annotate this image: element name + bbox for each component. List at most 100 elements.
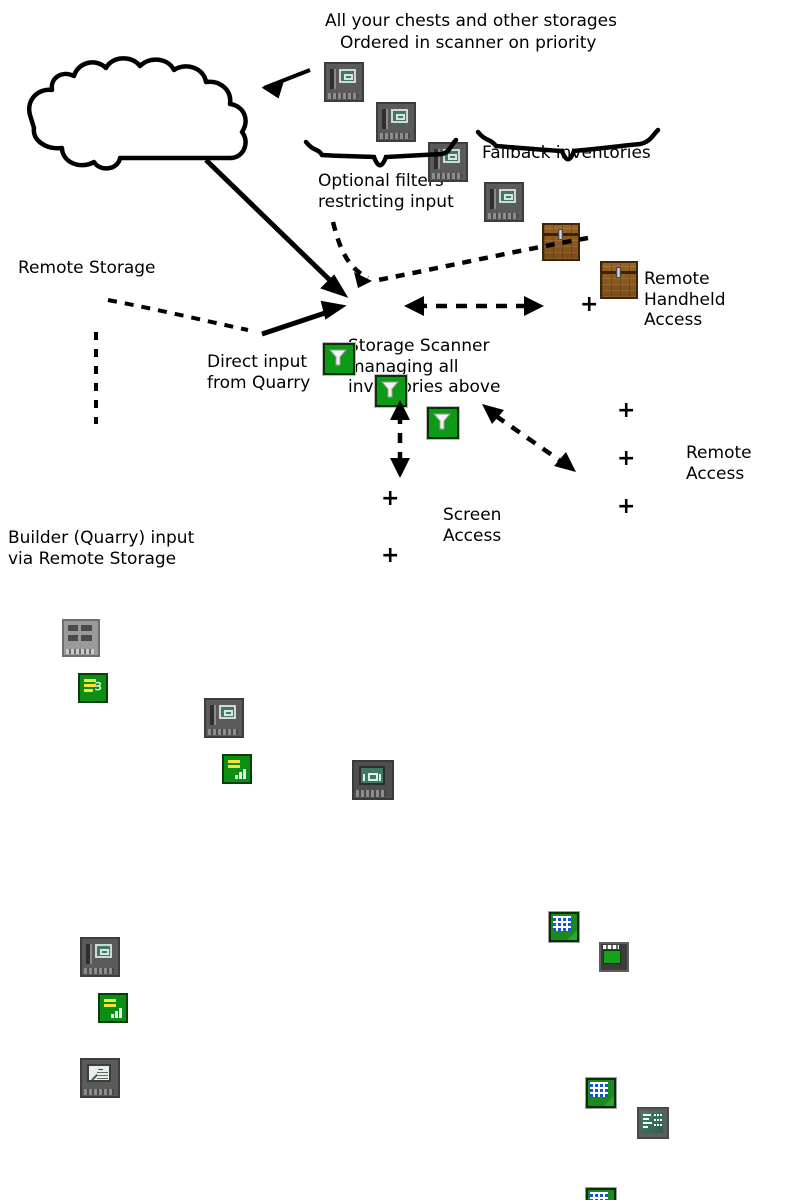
arrowhead-upleft-remote bbox=[482, 404, 504, 424]
dashed-arrow-remote-storage-to-scanner bbox=[107, 298, 249, 332]
scanner-tick bbox=[363, 774, 365, 781]
machine-feet bbox=[432, 173, 462, 179]
arrowhead-left-handheld bbox=[404, 296, 424, 316]
remote-terminal-icon-1[interactable] bbox=[637, 1107, 669, 1139]
dashed-double-arrow-scanner-remote bbox=[494, 414, 564, 464]
builder-block-icon[interactable] bbox=[80, 1058, 120, 1098]
machine-screen bbox=[95, 944, 112, 958]
machine-feet bbox=[84, 968, 114, 974]
arrow-storages-to-cloud bbox=[261, 68, 311, 99]
filter-funnel-icon-2[interactable] bbox=[375, 375, 407, 407]
shelf-slot bbox=[68, 625, 78, 631]
funnel-glyph bbox=[381, 381, 399, 398]
chest-latch bbox=[558, 229, 563, 240]
arrowhead-downright-remote bbox=[554, 452, 576, 472]
badge-bars bbox=[235, 768, 248, 779]
badge-line bbox=[104, 999, 116, 1002]
machine-side-bar bbox=[86, 944, 92, 964]
funnel-glyph bbox=[329, 349, 347, 366]
machine-screen bbox=[219, 705, 236, 719]
chest-latch bbox=[616, 267, 621, 278]
dashed-arrowhead-filters bbox=[354, 272, 372, 288]
machine-screen bbox=[443, 149, 460, 163]
remote-access-plus-3: + bbox=[617, 494, 636, 519]
machine-screen bbox=[499, 189, 516, 203]
arrow-quarry-to-scanner bbox=[261, 300, 347, 337]
shelf-slot bbox=[68, 635, 78, 641]
badge-glyph: Ɜ bbox=[95, 680, 102, 693]
shelf-slot bbox=[81, 625, 92, 631]
remote-access-module-2[interactable] bbox=[586, 1188, 616, 1200]
screen-access-plus-1: + bbox=[381, 486, 400, 511]
machine-side-bar bbox=[330, 69, 336, 89]
storage-row-item-6[interactable] bbox=[600, 261, 638, 299]
builder-grid-glyph bbox=[97, 1070, 108, 1079]
label-screen-access: Screen Access bbox=[443, 505, 502, 546]
remote-access-module-1[interactable] bbox=[586, 1078, 616, 1108]
label-builder-quarry-input: Builder (Quarry) input via Remote Storag… bbox=[8, 528, 195, 569]
machine-side-bar bbox=[490, 189, 496, 209]
storage-row-item-5[interactable] bbox=[542, 223, 580, 261]
remote-access-plus-2: + bbox=[617, 446, 636, 471]
builder-quarry-chart-badge-icon[interactable] bbox=[98, 993, 128, 1023]
funnel-glyph bbox=[433, 413, 451, 430]
storage-row-item-2[interactable] bbox=[376, 102, 416, 142]
module-corner bbox=[567, 930, 577, 940]
label-remote-access: Remote Access bbox=[686, 443, 752, 484]
machine-side-bar bbox=[434, 149, 440, 169]
machine-side-bar bbox=[210, 705, 216, 725]
diagram-title-line-1: All your chests and other storages bbox=[325, 11, 617, 31]
storage-row-item-4[interactable] bbox=[484, 182, 524, 222]
scanner-feet bbox=[356, 790, 386, 797]
label-remote-handheld-access: Remote Handheld Access bbox=[644, 269, 726, 331]
badge-line bbox=[228, 760, 240, 763]
badge-line bbox=[84, 689, 93, 692]
shelf-feet bbox=[66, 649, 94, 654]
scanner-box-glyph bbox=[368, 773, 378, 781]
label-remote-storage: Remote Storage bbox=[18, 258, 156, 278]
scanner-tick bbox=[379, 774, 381, 781]
machine-feet bbox=[380, 133, 410, 139]
cloud-shape bbox=[26, 56, 248, 171]
handheld-top-strip bbox=[603, 945, 619, 949]
diagram-title-line-2: Ordered in scanner on priority bbox=[340, 33, 597, 53]
builder-face bbox=[87, 1064, 111, 1082]
label-direct-input-from-quarry: Direct input from Quarry bbox=[207, 352, 311, 393]
module-grid-glyph bbox=[590, 1192, 608, 1200]
module-corner bbox=[604, 1096, 614, 1106]
machine-screen bbox=[391, 109, 408, 123]
machine-screen bbox=[339, 69, 356, 83]
storage-row-item-1[interactable] bbox=[324, 62, 364, 102]
filter-funnel-icon-3[interactable] bbox=[427, 407, 459, 439]
storage-row-item-3[interactable] bbox=[428, 142, 468, 182]
arrowhead-down-screen bbox=[390, 458, 410, 478]
arrowhead-right-handheld bbox=[524, 296, 544, 316]
handheld-remote-grid-module-icon[interactable] bbox=[549, 912, 579, 942]
scanner-face bbox=[359, 766, 385, 785]
module-grid-glyph bbox=[590, 1082, 608, 1097]
shelf-slot bbox=[81, 635, 92, 641]
remote-storage-icon[interactable] bbox=[62, 619, 100, 657]
dashed-arrow-filters-to-scanner bbox=[330, 221, 370, 281]
handheld-device-icon[interactable] bbox=[599, 942, 629, 972]
terminal-screen bbox=[641, 1111, 663, 1133]
machine-feet bbox=[208, 729, 238, 735]
handheld-screen bbox=[603, 950, 621, 964]
quarry-chart-badge-icon[interactable] bbox=[222, 754, 252, 784]
machine-side-bar bbox=[382, 109, 388, 129]
handheld-plus-sign: + bbox=[580, 292, 599, 317]
label-storage-scanner: Storage Scanner managing all inventories… bbox=[348, 336, 501, 398]
storage-scanner-icon[interactable] bbox=[352, 760, 394, 800]
remote-access-plus-1: + bbox=[617, 398, 636, 423]
quarry-block-icon[interactable] bbox=[204, 698, 244, 738]
cloud-label-ore-processing: Ore Processing... bbox=[56, 115, 199, 135]
machine-feet bbox=[328, 93, 358, 99]
builder-feet bbox=[84, 1089, 114, 1095]
filter-funnel-icon-1[interactable] bbox=[323, 343, 355, 375]
remote-storage-badge-icon[interactable]: Ɜ bbox=[78, 673, 108, 703]
module-grid-glyph bbox=[553, 916, 571, 931]
builder-quarry-block-icon[interactable] bbox=[80, 937, 120, 977]
machine-feet bbox=[488, 213, 518, 219]
screen-access-plus-2: + bbox=[381, 543, 400, 568]
diagram-canvas: All your chests and other storages Order… bbox=[0, 0, 800, 1200]
